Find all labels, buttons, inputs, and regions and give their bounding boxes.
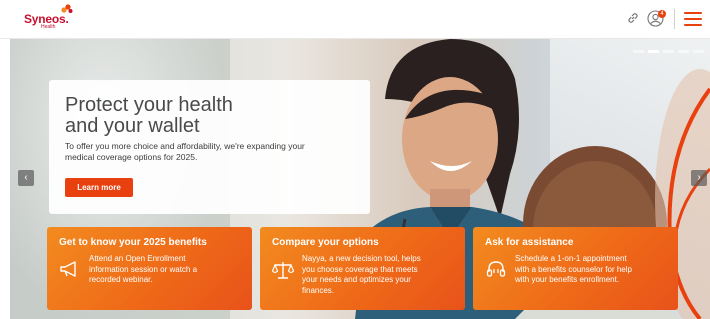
- carousel-indicators: [633, 50, 704, 53]
- card-description-line: with your benefits enrollment.: [515, 275, 620, 284]
- card-description: Schedule a 1-on-1 appointment with a ben…: [515, 254, 632, 286]
- menu-icon[interactable]: [684, 12, 702, 26]
- card-description-line: Schedule a 1-on-1 appointment: [515, 254, 627, 263]
- promo-title-line-1: Protect your health: [65, 94, 233, 116]
- carousel-prev-button[interactable]: ‹: [18, 170, 34, 186]
- scales-icon: [272, 262, 294, 279]
- carousel-dot-3[interactable]: [663, 50, 674, 53]
- card-description-line: information session or watch a: [89, 264, 198, 274]
- link-icon[interactable]: [626, 11, 640, 25]
- card-know-benefits[interactable]: Get to know your 2025 benefits Attend an…: [47, 227, 252, 310]
- card-description-line: recorded webinar.: [89, 275, 153, 284]
- carousel-dot-5[interactable]: [693, 50, 704, 53]
- headset-icon: [486, 261, 506, 277]
- card-description-line: you choose coverage that meets: [302, 264, 418, 274]
- megaphone-icon: [60, 261, 76, 277]
- card-title: Compare your options: [272, 237, 379, 248]
- header-divider: [674, 9, 675, 29]
- carousel-next-button[interactable]: ›: [691, 170, 707, 186]
- card-title: Get to know your 2025 benefits: [59, 237, 207, 248]
- card-title: Ask for assistance: [485, 237, 574, 248]
- card-description-line: with a benefits counselor for help: [515, 264, 632, 274]
- card-description-line: Nayya, a new decision tool, helps: [302, 254, 421, 263]
- promo-title: Protect your health and your wallet: [65, 95, 233, 137]
- card-ask-assistance[interactable]: Ask for assistance Schedule a 1-on-1 app…: [473, 227, 678, 310]
- syneos-logo[interactable]: Syneos. Health: [24, 4, 73, 30]
- carousel-dot-1[interactable]: [633, 50, 644, 53]
- promo-description: To offer you more choice and affordabili…: [65, 141, 365, 163]
- card-description: Nayya, a new decision tool, helps you ch…: [302, 254, 421, 296]
- learn-more-button[interactable]: Learn more: [65, 178, 133, 197]
- promo-description-line-1: To offer you more choice and affordabili…: [65, 141, 305, 151]
- site-header: Syneos. Health 4: [0, 0, 710, 39]
- notification-badge: 4: [658, 10, 666, 18]
- promo-title-line-2: and your wallet: [65, 115, 200, 137]
- carousel-dot-4[interactable]: [678, 50, 689, 53]
- card-description-line: Attend an Open Enrollment: [89, 254, 186, 263]
- card-description: Attend an Open Enrollment information se…: [89, 254, 197, 286]
- card-compare-options[interactable]: Compare your options Nayya, a new decisi…: [260, 227, 465, 310]
- logo-mark-icon: [61, 4, 73, 13]
- promo-description-line-2: medical coverage options for 2025.: [65, 152, 198, 162]
- card-description-line: finances.: [302, 285, 335, 295]
- card-description-line: your needs and optimizes your: [302, 275, 411, 284]
- carousel-dot-2[interactable]: [648, 50, 659, 53]
- logo-subtext: Health: [41, 24, 56, 30]
- promo-card: Protect your health and your wallet To o…: [49, 80, 370, 214]
